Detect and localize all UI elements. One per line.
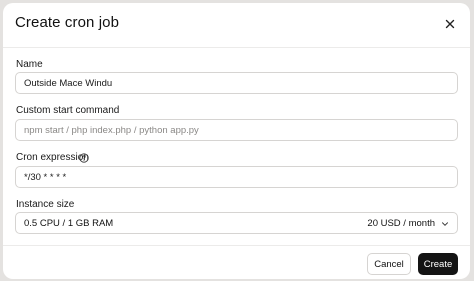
chevron-down-icon	[442, 222, 448, 226]
instance-size-select[interactable]: 0.5 CPU / 1 GB RAM 20 USD / month	[15, 212, 458, 234]
create-cron-job-dialog: Create cron job Name Custom start comman…	[3, 3, 470, 279]
close-icon[interactable]	[442, 16, 458, 32]
footer-divider	[3, 245, 470, 246]
dialog-title: Create cron job	[15, 14, 120, 31]
name-input[interactable]	[15, 72, 458, 94]
start-command-input[interactable]	[15, 119, 458, 141]
instance-size-value: 0.5 CPU / 1 GB RAM	[24, 218, 114, 229]
dialog-header: Create cron job	[3, 3, 470, 48]
instance-size-price: 20 USD / month	[367, 218, 435, 229]
start-command-label: Custom start command	[16, 105, 120, 116]
create-button[interactable]: Create	[418, 253, 458, 275]
cancel-button[interactable]: Cancel	[367, 253, 411, 275]
cron-expression-input[interactable]	[15, 166, 458, 188]
cron-expression-label: Cron expression	[16, 152, 89, 163]
instance-size-label: Instance size	[16, 199, 75, 210]
name-label: Name	[16, 59, 43, 70]
question-circle-icon[interactable]	[79, 153, 89, 163]
